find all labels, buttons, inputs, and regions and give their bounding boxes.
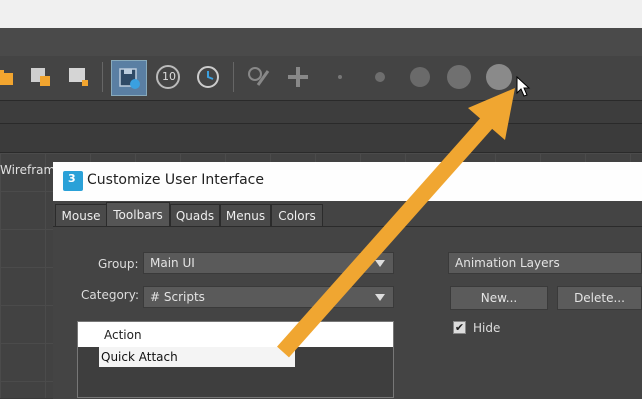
annotation-arrow (277, 88, 515, 358)
